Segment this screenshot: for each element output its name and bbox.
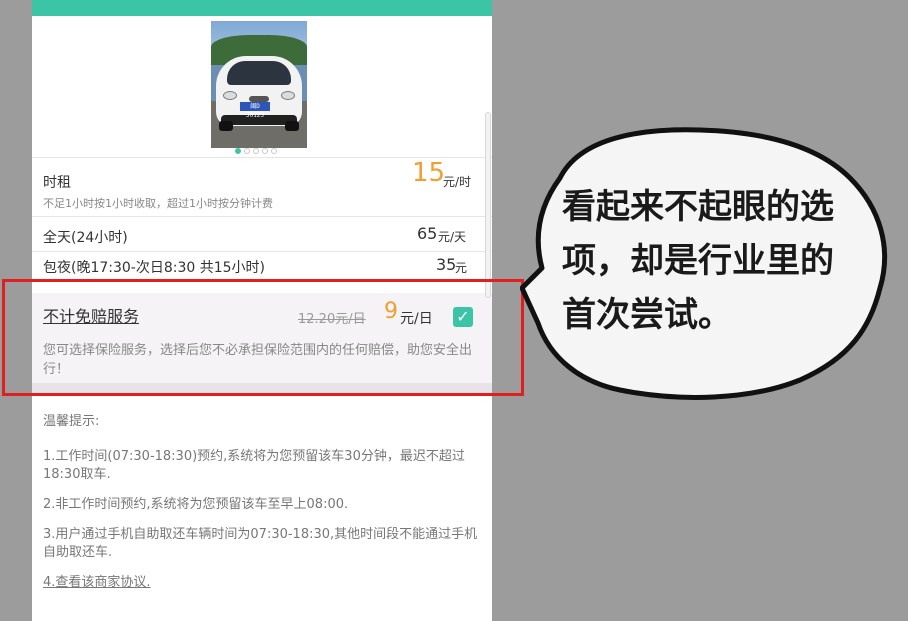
carousel-indicator[interactable]: [235, 148, 277, 156]
overnight-price: 35: [436, 255, 457, 274]
checkmark-icon: ✓: [456, 307, 470, 326]
tip-item: 3.用户通过手机自助取还车辆时间为07:30-18:30,其他时间段不能通过手机…: [43, 527, 478, 560]
hourly-note: 不足1小时按1小时收取，超过1小时按分钟计费: [43, 197, 273, 210]
overnight-unit: 元: [455, 261, 468, 275]
divider: [32, 251, 492, 252]
insurance-checkbox[interactable]: ✓: [453, 307, 473, 327]
fullday-price: 65: [417, 224, 438, 243]
insurance-unit: 元/日: [400, 311, 433, 327]
section-separator: [32, 383, 492, 393]
rental-app-screen: 闽D J0123 时租 15 元/时 不足1小时按1小时收取，超过1小时按分钟计…: [32, 0, 492, 621]
hourly-unit: 元/时: [443, 175, 472, 189]
carousel-dot[interactable]: [235, 148, 241, 154]
carousel-dot[interactable]: [244, 148, 250, 154]
car-photo[interactable]: 闽D J0123: [211, 21, 307, 148]
tip-item: 2.非工作时间预约,系统将为您预留该车至早上08:00.: [43, 497, 349, 512]
insurance-description: 您可选择保险服务，选择后您不必承担保险范围内的任何赔偿，助您安全出行！: [43, 343, 473, 377]
hourly-title: 时租: [43, 175, 71, 191]
insurance-option[interactable]: 不计免赔服务 12.20元/日 9 元/日 ✓ 您可选择保险服务，选择后您不必承…: [32, 293, 492, 383]
fullday-unit: 元/天: [438, 230, 467, 244]
divider: [32, 216, 492, 217]
tips-title: 温馨提示:: [43, 414, 100, 429]
insurance-price: 9: [384, 299, 398, 324]
fullday-title: 全天(24小时): [43, 230, 128, 246]
tip-item: 1.工作时间(07:30-18:30)预约,系统将为您预留该车30分钟，最迟不超…: [43, 449, 465, 482]
hourly-price: 15: [412, 158, 446, 188]
insurance-old-price: 12.20元/日: [298, 312, 366, 327]
tips-section: 温馨提示: 1.工作时间(07:30-18:30)预约,系统将为您预留该车30分…: [43, 413, 487, 604]
carousel-dot[interactable]: [271, 148, 277, 154]
insurance-title: 不计免赔服务: [43, 307, 140, 326]
callout-text: 看起来不起眼的选项，却是行业里的首次尝试。: [562, 187, 834, 335]
carousel-dot[interactable]: [262, 148, 268, 154]
merchant-agreement-link[interactable]: 4.查看该商家协议.: [43, 574, 487, 592]
app-header-bar: [32, 0, 492, 16]
side-scroll-handle[interactable]: [485, 112, 491, 298]
overnight-title: 包夜(晚17:30-次日8:30 共15小时): [43, 260, 266, 276]
carousel-dot[interactable]: [253, 148, 259, 154]
license-plate: 闽D J0123: [240, 102, 270, 119]
